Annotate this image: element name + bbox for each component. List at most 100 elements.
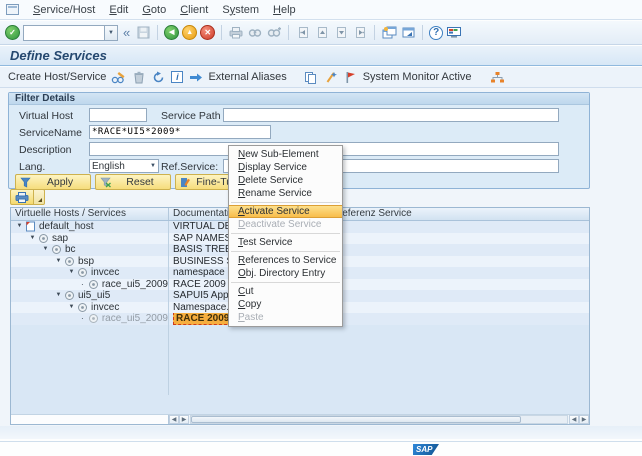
exit-icon[interactable]: ▲ <box>182 25 197 40</box>
enter-icon[interactable]: ✓ <box>5 25 20 40</box>
info-icon[interactable]: i <box>171 71 183 83</box>
hierarchy-icon[interactable] <box>490 70 505 85</box>
scroll-right-icon[interactable]: ▶ <box>179 415 189 424</box>
description-label: Description <box>19 144 72 156</box>
title-bar: Define Services <box>0 46 642 66</box>
print-button[interactable] <box>10 189 34 205</box>
sap-logo: SAP <box>413 444 439 455</box>
system-monitor-active-label: System Monitor Active <box>363 71 472 83</box>
menu-item-cut[interactable]: Cut <box>229 285 342 298</box>
menu-item-test-service[interactable]: Test Service <box>229 236 342 249</box>
display-change-icon[interactable] <box>111 70 126 85</box>
refresh-icon[interactable] <box>151 70 166 85</box>
expander-icon[interactable]: ▼ <box>54 290 63 302</box>
expander-icon[interactable]: ▼ <box>67 267 76 279</box>
menu-edit[interactable]: Edit <box>109 4 128 16</box>
last-page-icon[interactable] <box>352 25 368 41</box>
language-value: English <box>92 161 125 172</box>
language-dropdown[interactable]: English ▼ <box>89 159 159 173</box>
find-icon[interactable] <box>247 25 263 41</box>
delete-icon[interactable] <box>131 70 146 85</box>
apply-filter-icon <box>20 177 31 188</box>
expander-icon[interactable]: ▼ <box>54 256 63 268</box>
menu-item-new-sub-element[interactable]: New Sub-Element <box>229 148 342 161</box>
service-icon <box>64 290 75 301</box>
menu-system[interactable]: System <box>222 4 259 16</box>
scroll-right-icon[interactable]: ▶ <box>579 415 589 424</box>
command-field[interactable] <box>23 25 105 41</box>
service-icon <box>64 256 75 267</box>
menu-item-delete-service[interactable]: Delete Service <box>229 174 342 187</box>
menu-item-deactivate-service: Deactivate Service <box>229 218 342 231</box>
next-page-icon[interactable] <box>333 25 349 41</box>
tree-pane-scroll-strip[interactable] <box>11 415 169 424</box>
save-icon[interactable] <box>135 25 151 41</box>
previous-page-icon[interactable] <box>314 25 330 41</box>
virtual-host-input[interactable] <box>89 108 147 122</box>
external-aliases-button[interactable]: External Aliases <box>208 71 286 83</box>
status-strip <box>0 426 642 439</box>
menu-service-host[interactable]: Service/Host <box>33 4 95 16</box>
command-dropdown-icon[interactable]: ▼ <box>105 25 118 41</box>
expander-icon[interactable]: ▼ <box>67 302 76 314</box>
menu-separator <box>231 202 340 203</box>
service-name-label: ServiceName <box>19 127 82 139</box>
column-header-reference-service[interactable]: Referenz Service <box>331 208 589 220</box>
service-icon <box>51 244 62 255</box>
help-icon[interactable]: ? <box>429 26 443 40</box>
host-icon <box>25 221 36 232</box>
scroll-left-icon[interactable]: ◀ <box>169 415 179 424</box>
find-next-icon[interactable] <box>266 25 282 41</box>
print-icon[interactable] <box>228 25 244 41</box>
collapse-toolbar-icon[interactable]: « <box>123 25 130 40</box>
leaf-bullet-icon: · <box>78 279 87 291</box>
context-menu: New Sub-Element Display Service Delete S… <box>228 145 343 327</box>
horizontal-scrollbar[interactable] <box>190 415 568 424</box>
language-dropdown-icon[interactable]: ▼ <box>150 163 156 169</box>
footer-divider <box>0 441 642 442</box>
menu-client[interactable]: Client <box>180 4 208 16</box>
fine-tune-wand-icon[interactable] <box>323 70 338 85</box>
system-menu-icon[interactable] <box>6 4 19 15</box>
menu-help[interactable]: Help <box>273 4 296 16</box>
menu-item-references-to-service[interactable]: References to Service <box>229 254 342 267</box>
menu-bar: Service/Host Edit Goto Client System Hel… <box>0 0 642 20</box>
menu-separator <box>231 282 340 283</box>
service-icon <box>38 233 49 244</box>
apply-button[interactable]: Apply <box>15 174 91 190</box>
table-scrollbar-row: ◀ ▶ ◀ ▶ <box>11 414 589 424</box>
print-dropdown-button[interactable] <box>34 189 45 205</box>
scrollbar-thumb[interactable] <box>191 416 521 423</box>
column-header-hosts-services[interactable]: Virtuelle Hosts / Services <box>11 208 169 220</box>
back-icon[interactable]: ◀ <box>164 25 179 40</box>
menu-item-obj-directory-entry[interactable]: Obj. Directory Entry <box>229 267 342 280</box>
application-toolbar: Create Host/Service i External Aliases S… <box>0 67 642 88</box>
new-session-icon[interactable] <box>381 25 397 41</box>
menu-separator <box>231 233 340 234</box>
menu-item-rename-service[interactable]: Rename Service <box>229 187 342 200</box>
service-path-input[interactable] <box>223 108 559 122</box>
menu-item-display-service[interactable]: Display Service <box>229 161 342 174</box>
service-icon <box>88 279 99 290</box>
service-name-input[interactable] <box>89 125 271 139</box>
cancel-icon[interactable]: ✕ <box>200 25 215 40</box>
expander-icon[interactable]: ▼ <box>28 233 37 245</box>
standard-toolbar: ✓ ▼ « ◀ ▲ ✕ <box>0 21 642 45</box>
external-aliases-arrow-icon[interactable] <box>188 70 203 85</box>
expander-icon[interactable]: ▼ <box>15 221 24 233</box>
scroll-left-icon[interactable]: ◀ <box>569 415 579 424</box>
expander-icon[interactable]: ▼ <box>41 244 50 256</box>
filter-details-title: Filter Details <box>9 93 589 105</box>
reset-filter-icon <box>100 177 111 188</box>
reset-button[interactable]: Reset <box>95 174 171 190</box>
menu-item-copy[interactable]: Copy <box>229 298 342 311</box>
menu-item-activate-service[interactable]: Activate Service <box>229 205 342 218</box>
language-label: Lang. <box>19 161 45 173</box>
first-page-icon[interactable] <box>295 25 311 41</box>
menu-goto[interactable]: Goto <box>142 4 166 16</box>
create-host-service-button[interactable]: Create Host/Service <box>8 71 106 83</box>
create-shortcut-icon[interactable] <box>400 25 416 41</box>
layout-menu-icon[interactable] <box>446 25 462 41</box>
copy-icon[interactable] <box>303 70 318 85</box>
service-icon <box>77 302 88 313</box>
